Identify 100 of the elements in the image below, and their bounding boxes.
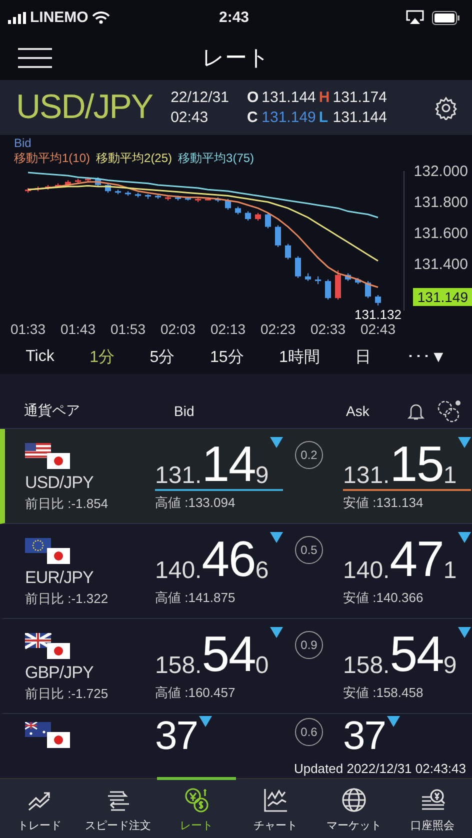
pair-name: EUR/JPY [25,568,94,588]
column-header: 通貨ペア [24,402,81,420]
account-icon [420,786,446,812]
candle [115,189,121,195]
spread-badge: 0.5 [295,536,323,564]
candle [45,184,51,190]
candle [235,206,241,215]
screen-share-icon [406,10,424,25]
candle [85,176,91,182]
candle [65,180,71,187]
price-pips: 37 [155,716,198,756]
candle [155,194,161,200]
candle [205,196,211,201]
price-tail: 6 [255,558,269,584]
pair-name: USD/JPY [25,473,94,493]
time-axis-label: 01:43 [60,321,96,337]
price-axis-label: 131.400 [414,256,468,273]
candle [285,243,291,260]
candle [135,192,141,198]
price-tail: 9 [443,653,457,679]
time-axis-label: 02:13 [210,321,246,337]
time-axis-label: 02:43 [360,321,396,337]
currency-gear-icon[interactable] [436,399,462,423]
price-tail: 1 [443,463,457,489]
period-tab[interactable]: ･･･▼ [402,346,450,368]
time-axis-label: 01:53 [110,321,146,337]
price-axis-label: 132.000 [414,163,468,180]
time-axis-label: 02:23 [260,321,296,337]
nav-tab[interactable]: 口座照会 [393,777,472,838]
candle [105,182,111,194]
candle [325,279,331,300]
candle [305,272,311,282]
period-tab[interactable]: Tick [22,346,58,368]
nav-tab[interactable]: チャート [236,777,315,838]
nav-tab[interactable]: レート [157,777,236,838]
candle [35,186,41,192]
low-text: 安値 :131.134 [343,494,424,512]
date-text: 22/12/31 [170,88,229,108]
currency-row[interactable]: USD/JPY 前日比 :-1.854 131.149 高値 :133.094 0.2 131.151 安値 :131.134 [0,429,472,524]
price-pips: 14 [202,439,256,489]
price-head: 158. [343,653,390,679]
price-tail: 1 [443,558,457,584]
wifi-icon [92,11,110,24]
currency-row[interactable]: GBP/JPY 前日比 :-1.725 158.540 高値 :160.457 0.9 158.549 安値 :158.458 [0,619,472,714]
currency-row[interactable]: 37 0.6 37 [0,714,472,758]
legend-label: 移動平均1(10) [14,150,90,167]
candle [145,194,151,200]
menu-button[interactable] [18,48,52,68]
candle [215,196,221,202]
time-axis-label: 01:33 [10,321,46,337]
updated-text: Updated 2022/12/31 02:43:43 [294,760,466,776]
rate-icon [184,786,210,812]
period-tab[interactable]: 15分 [206,344,248,370]
period-tab[interactable]: 1時間 [275,344,324,370]
low-text: 安値 :158.458 [343,684,424,702]
candle [25,188,31,194]
period-tab[interactable]: 5分 [146,344,179,370]
candle [245,210,251,222]
price-axis-label: 131.800 [414,194,468,211]
candle [175,195,181,201]
high-text: 高値 :141.875 [155,589,236,607]
candle [335,270,341,300]
candle [95,176,101,187]
nav-tab[interactable]: スピード注文 [78,777,158,838]
nav-tab[interactable]: マーケット [314,777,394,838]
price-head: 131. [343,463,390,489]
candle [315,276,321,285]
price-axis-label: 131.600 [414,225,468,242]
candle [275,224,281,248]
candle [295,256,301,278]
open-value: 131.144 [262,88,316,108]
price-head: 158. [155,653,202,679]
spread-badge: 0.6 [295,718,323,746]
candle [195,196,201,202]
change-text: 前日比 :-1.725 [25,685,110,703]
spread-badge: 0.9 [295,631,323,659]
currency-row[interactable]: EUR/JPY 前日比 :-1.322 140.466 高値 :141.875 0.5 140.471 安値 :140.366 [0,524,472,619]
price-type-label: Bid [14,136,32,150]
clock: 2:43 [218,9,250,26]
signal-icon [8,12,26,24]
column-header: Bid [174,403,196,419]
settings-icon[interactable] [434,96,458,120]
price-pips: 47 [390,534,444,584]
change-text: 前日比 :-1.854 [25,495,110,513]
period-tab[interactable]: 日 [351,344,376,370]
high-text: 高値 :160.457 [155,684,236,702]
low-label: L [318,108,330,128]
close-value: 131.149 [262,108,316,128]
period-tab[interactable]: 1分 [86,344,119,370]
candle [125,190,131,196]
price-tail: 9 [255,463,269,489]
price-head: 140. [155,558,202,584]
legend-label: 移動平均2(25) [96,150,172,167]
candle [265,212,271,229]
price-pips: 46 [202,534,256,584]
nav-tab[interactable]: トレード [0,777,79,838]
chart-icon [262,786,288,812]
candle [75,178,81,184]
price-pips: 54 [202,629,256,679]
candle [355,277,361,285]
